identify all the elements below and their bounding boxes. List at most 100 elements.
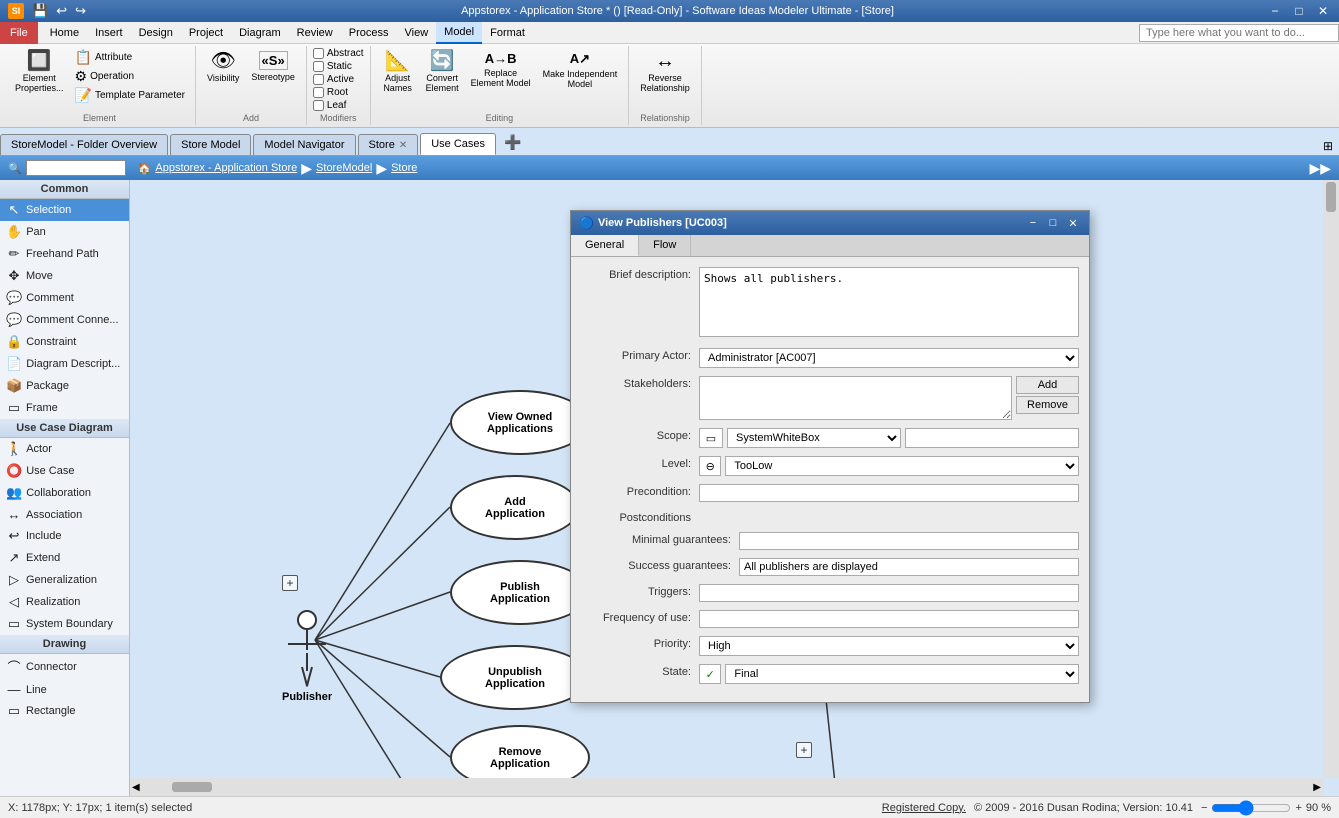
usecase-view-owned[interactable]: View OwnedApplications [450, 390, 590, 455]
sidebar-item-connector[interactable]: ⌒ Connector [0, 654, 129, 679]
primary-actor-select[interactable]: Administrator [AC007] [699, 348, 1079, 368]
redo-icon[interactable]: ↪ [73, 2, 88, 20]
actor-publisher[interactable]: Publisher [282, 610, 332, 703]
sidebar-item-constraint[interactable]: 🔒 Constraint [0, 331, 129, 353]
breadcrumb-expand-btn[interactable]: ▶▶ [1309, 160, 1331, 177]
operation-btn[interactable]: ⚙ Operation [71, 67, 189, 85]
template-param-btn[interactable]: 📝 Template Parameter [71, 86, 189, 104]
collapse-panels-btn[interactable]: ⊞ [1317, 137, 1339, 155]
sidebar-item-selection[interactable]: ↖ Selection [0, 199, 129, 221]
breadcrumb-storemodel[interactable]: StoreModel [316, 162, 372, 174]
stakeholders-add-btn[interactable]: Add [1016, 376, 1079, 394]
reverse-relationship-btn[interactable]: ↔ ReverseRelationship [635, 48, 695, 96]
root-checkbox[interactable]: Root [313, 87, 348, 98]
usecase-add-application[interactable]: AddApplication [450, 475, 580, 540]
tab-use-cases[interactable]: Use Cases [420, 133, 496, 155]
menu-review[interactable]: Review [289, 22, 341, 44]
success-guarantees-input[interactable] [739, 558, 1079, 576]
visibility-btn[interactable]: 👁 Visibility [202, 48, 244, 86]
sidebar-item-collaboration[interactable]: 👥 Collaboration [0, 482, 129, 504]
sidebar-item-comment-conn[interactable]: 💬 Comment Conne... [0, 309, 129, 331]
sidebar-item-generalization[interactable]: ▷ Generalization [0, 569, 129, 591]
breadcrumb-search[interactable] [26, 160, 126, 176]
stakeholders-input[interactable] [699, 376, 1012, 420]
triggers-input[interactable] [699, 584, 1079, 602]
sidebar-item-extend[interactable]: ↗ Extend [0, 547, 129, 569]
sidebar-item-freehand[interactable]: ✏ Freehand Path [0, 243, 129, 265]
adjust-names-btn[interactable]: 📐 AdjustNames [377, 48, 419, 96]
priority-select[interactable]: High Medium Low [699, 636, 1079, 656]
scroll-right-btn[interactable]: ▶ [1311, 780, 1323, 795]
tab-store-close[interactable]: ✕ [399, 140, 407, 151]
menu-insert[interactable]: Insert [87, 22, 131, 44]
sidebar-item-actor[interactable]: 🚶 Actor [0, 438, 129, 460]
plus-btn-2[interactable]: + [796, 742, 812, 758]
usecase-publish-application[interactable]: PublishApplication [450, 560, 590, 625]
menu-diagram[interactable]: Diagram [231, 22, 289, 44]
replace-element-model-btn[interactable]: A→B ReplaceElement Model [466, 48, 536, 91]
sidebar-item-line[interactable]: — Line [0, 679, 129, 700]
make-independent-model-btn[interactable]: A↗ Make IndependentModel [538, 48, 623, 92]
tab-folder-overview[interactable]: StoreModel - Folder Overview [0, 134, 168, 155]
scope-select[interactable]: SystemWhiteBox [727, 428, 901, 448]
scope-text-input[interactable] [905, 428, 1079, 448]
sidebar-item-system-boundary[interactable]: ▭ System Boundary [0, 613, 129, 635]
menu-design[interactable]: Design [131, 22, 181, 44]
menu-project[interactable]: Project [181, 22, 231, 44]
zoom-slider[interactable] [1211, 800, 1291, 816]
menu-home[interactable]: Home [42, 22, 87, 44]
frequency-input[interactable] [699, 610, 1079, 628]
vertical-scrollbar[interactable] [1323, 180, 1339, 778]
static-checkbox[interactable]: Static [313, 61, 352, 72]
dialog-tab-flow[interactable]: Flow [639, 235, 691, 256]
abstract-checkbox[interactable]: Abstract [313, 48, 364, 59]
usecase-unpublish-application[interactable]: UnpublishApplication [440, 645, 590, 710]
tab-store-model[interactable]: Store Model [170, 134, 251, 155]
sidebar-item-usecase[interactable]: ⭕ Use Case [0, 460, 129, 482]
tab-store[interactable]: Store ✕ [358, 134, 419, 155]
menu-view[interactable]: View [397, 22, 437, 44]
zoom-in-btn[interactable]: + [1295, 802, 1301, 814]
sidebar-item-package[interactable]: 📦 Package [0, 375, 129, 397]
menu-process[interactable]: Process [341, 22, 397, 44]
close-btn[interactable]: ✕ [1315, 4, 1331, 18]
sidebar-item-pan[interactable]: ✋ Pan [0, 221, 129, 243]
sidebar-item-frame[interactable]: ▭ Frame [0, 397, 129, 419]
sidebar-item-comment[interactable]: 💬 Comment [0, 287, 129, 309]
sidebar-item-association[interactable]: ↔ Association [0, 504, 129, 525]
canvas[interactable]: View OwnedApplications AddApplication Pu… [130, 180, 1339, 796]
stereotype-btn[interactable]: «S» Stereotype [246, 48, 300, 85]
state-select[interactable]: Final Draft Active [725, 664, 1079, 684]
vertical-scroll-thumb[interactable] [1326, 182, 1336, 212]
undo-icon[interactable]: ↩ [54, 2, 69, 20]
menu-model[interactable]: Model [436, 22, 482, 44]
precondition-input[interactable] [699, 484, 1079, 502]
horizontal-scrollbar[interactable]: ◀ ▶ [130, 778, 1323, 796]
sidebar-item-realization[interactable]: ◁ Realization [0, 591, 129, 613]
scroll-left-btn[interactable]: ◀ [130, 780, 142, 795]
element-properties-btn[interactable]: 🔲 ElementProperties... [10, 48, 69, 96]
add-tab-btn[interactable]: ➕ [498, 130, 527, 155]
level-select[interactable]: TooLow [725, 456, 1079, 476]
convert-element-btn[interactable]: 🔄 ConvertElement [421, 48, 464, 96]
dialog-minimize-btn[interactable]: − [1025, 217, 1041, 230]
search-input[interactable] [1139, 24, 1339, 42]
dialog-tab-general[interactable]: General [571, 235, 639, 256]
sidebar-item-include[interactable]: ↩ Include [0, 525, 129, 547]
sidebar-item-diagram-desc[interactable]: 📄 Diagram Descript... [0, 353, 129, 375]
minimize-btn[interactable]: − [1267, 4, 1283, 18]
dialog-maximize-btn[interactable]: □ [1045, 217, 1061, 230]
attribute-btn[interactable]: 📋 Attribute [71, 48, 189, 66]
breadcrumb-appstorex[interactable]: Appstorex - Application Store [155, 162, 297, 174]
maximize-btn[interactable]: □ [1291, 4, 1307, 18]
breadcrumb-store[interactable]: Store [391, 162, 417, 174]
horizontal-scroll-thumb[interactable] [172, 782, 212, 792]
zoom-out-btn[interactable]: − [1201, 802, 1207, 814]
registered-copy-link[interactable]: Registered Copy. [882, 802, 966, 814]
dialog-close-btn[interactable]: ✕ [1065, 217, 1081, 230]
stakeholders-remove-btn[interactable]: Remove [1016, 396, 1079, 414]
menu-file[interactable]: File [0, 22, 38, 44]
menu-format[interactable]: Format [482, 22, 533, 44]
sidebar-item-rectangle[interactable]: ▭ Rectangle [0, 700, 129, 722]
save-icon[interactable]: 💾 [30, 2, 50, 20]
